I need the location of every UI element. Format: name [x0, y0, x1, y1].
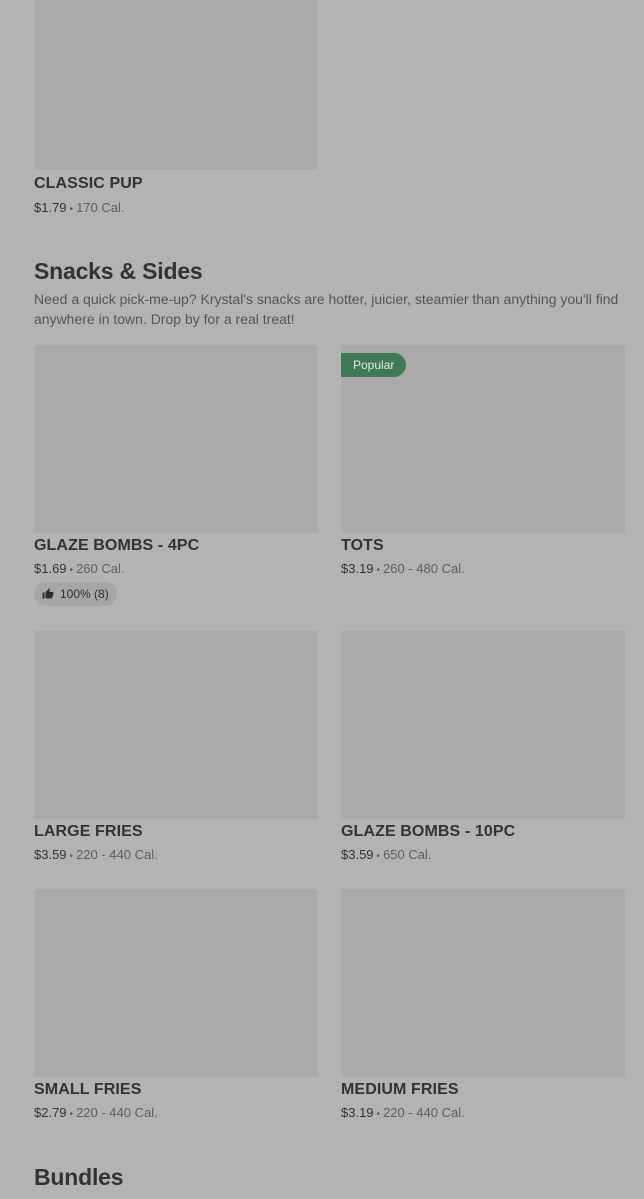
- separator: •: [376, 565, 381, 576]
- item-meta: $3.59 • 650 Cal.: [341, 847, 431, 862]
- separator: •: [69, 565, 74, 576]
- item-calories: 220 - 440 Cal.: [76, 1105, 158, 1120]
- menu-item-medium-fries[interactable]: MEDIUM FRIES $3.19 • 220 - 440 Cal.: [341, 889, 625, 1120]
- rating-value: 100% (8): [60, 587, 109, 601]
- menu-item-small-fries[interactable]: SMALL FRIES $2.79 • 220 - 440 Cal.: [34, 889, 318, 1120]
- separator: •: [69, 1109, 74, 1120]
- separator: •: [69, 204, 74, 215]
- item-meta: $3.59 • 220 - 440 Cal.: [34, 847, 158, 862]
- menu-item-glaze-bombs-4pc[interactable]: GLAZE BOMBS - 4PC $1.69 • 260 Cal. 100% (8…: [34, 345, 318, 606]
- popular-badge: Popular: [341, 353, 407, 377]
- item-meta: $2.79 • 220 - 440 Cal.: [34, 1105, 158, 1120]
- menu-item-glaze-bombs-10pc[interactable]: GLAZE BOMBS - 10PC $3.59 • 650 Cal.: [341, 631, 625, 862]
- item-price: $3.59: [34, 847, 67, 862]
- item-meta: $3.19 • 260 - 480 Cal.: [341, 561, 465, 576]
- item-meta: $1.69 • 260 Cal.: [34, 561, 124, 576]
- rating-badge: 100% (8): [34, 582, 117, 606]
- item-name: LARGE FRIES: [34, 823, 143, 840]
- section-title-snacks: Snacks & Sides: [34, 258, 203, 284]
- item-price: $3.19: [341, 1105, 374, 1120]
- separator: •: [376, 851, 381, 862]
- item-name: MEDIUM FRIES: [341, 1081, 459, 1098]
- separator: •: [69, 851, 74, 862]
- item-calories: 170 Cal.: [76, 200, 125, 215]
- item-price: $3.59: [341, 847, 374, 862]
- item-name: GLAZE BOMBS - 10PC: [341, 823, 516, 840]
- item-name: TOTS: [341, 537, 384, 554]
- item-calories: 260 - 480 Cal.: [383, 561, 465, 576]
- item-image: Popular: [341, 345, 625, 533]
- item-price: $1.79: [34, 200, 67, 215]
- item-name: CLASSIC PUP: [34, 175, 143, 192]
- item-meta: $3.19 • 220 - 440 Cal.: [341, 1105, 465, 1120]
- menu-item-large-fries[interactable]: LARGE FRIES $3.59 • 220 - 440 Cal.: [34, 631, 318, 862]
- item-price: $3.19: [341, 561, 374, 576]
- menu-item-classic-pup[interactable]: CLASSIC PUP $1.79 • 170 Cal.: [34, 0, 318, 215]
- item-calories: 220 - 440 Cal.: [76, 847, 158, 862]
- section-title-bundles: Bundles: [34, 1164, 124, 1190]
- thumbs-up-icon: [42, 588, 54, 599]
- section-description: Need a quick pick-me-up? Krystal's snack…: [34, 291, 619, 327]
- item-calories: 260 Cal.: [76, 561, 125, 576]
- item-image: [34, 889, 318, 1077]
- item-meta: $1.79 • 170 Cal.: [34, 200, 124, 215]
- separator: •: [376, 1109, 381, 1120]
- item-image: [34, 345, 318, 533]
- item-image: [34, 0, 318, 170]
- item-price: $2.79: [34, 1105, 67, 1120]
- item-calories: 220 - 440 Cal.: [383, 1105, 465, 1120]
- item-price: $1.69: [34, 561, 67, 576]
- item-image: [341, 889, 625, 1077]
- item-calories: 650 Cal.: [383, 847, 432, 862]
- item-image: [34, 631, 318, 819]
- item-name: GLAZE BOMBS - 4PC: [34, 537, 200, 554]
- item-image: [341, 631, 625, 819]
- item-name: SMALL FRIES: [34, 1081, 142, 1098]
- menu-item-tots[interactable]: Popular TOTS $3.19 • 260 - 480 Cal.: [341, 345, 625, 576]
